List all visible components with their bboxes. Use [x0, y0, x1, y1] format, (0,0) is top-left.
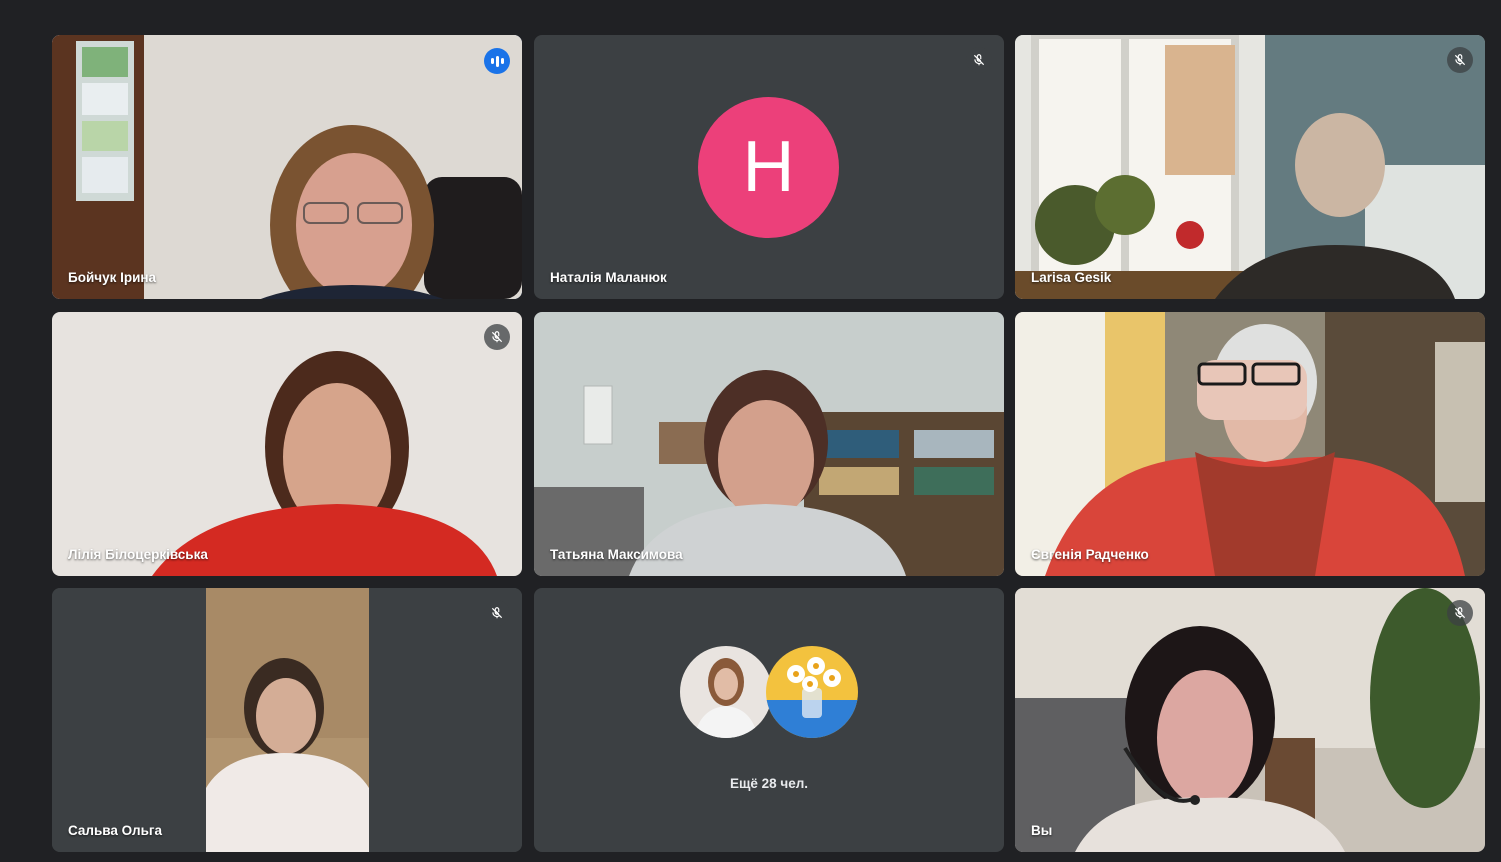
video-feed — [1015, 35, 1485, 299]
mic-off-icon — [1447, 600, 1473, 626]
participant-name: Євгенія Радченко — [1031, 547, 1149, 562]
participant-tile[interactable]: Євгенія Радченко — [1015, 312, 1485, 576]
video-feed — [52, 588, 522, 852]
participant-tile[interactable]: Лілія Білоцерківська — [52, 312, 522, 576]
video-feed — [534, 312, 1004, 576]
participant-name: Вы — [1031, 823, 1053, 838]
participant-name: Татьяна Максимова — [550, 547, 683, 562]
participant-tile[interactable]: Татьяна Максимова — [534, 312, 1004, 576]
video-feed — [1015, 588, 1485, 852]
participant-tile[interactable]: Сальва Ольга — [52, 588, 522, 852]
video-feed — [52, 35, 522, 299]
mic-off-icon — [484, 600, 510, 626]
mic-off-icon — [966, 47, 992, 73]
participant-name: Лілія Білоцерківська — [68, 547, 208, 562]
participant-avatar — [766, 646, 858, 738]
video-feed — [52, 312, 522, 576]
more-participants-label: Ещё 28 чел. — [729, 776, 809, 791]
video-feed — [1015, 312, 1485, 576]
more-participants-tile[interactable]: Ещё 28 чел. — [534, 588, 1004, 852]
mic-off-icon — [484, 324, 510, 350]
participant-name: Бойчук Ірина — [68, 270, 157, 285]
participant-tile[interactable]: Н Наталія Маланюк — [534, 35, 1004, 299]
audio-level-icon — [484, 48, 510, 74]
participant-name: Larisa Gesik — [1031, 270, 1112, 285]
participant-tile[interactable]: Бойчук Ірина — [52, 35, 522, 299]
mic-off-icon — [1447, 47, 1473, 73]
participant-name: Сальва Ольга — [68, 823, 163, 838]
participant-tile[interactable]: Larisa Gesik — [1015, 35, 1485, 299]
participant-avatar — [680, 646, 772, 738]
participant-avatar: Н — [698, 97, 839, 238]
participant-name: Наталія Маланюк — [550, 270, 667, 285]
self-tile[interactable]: Вы — [1015, 588, 1485, 852]
